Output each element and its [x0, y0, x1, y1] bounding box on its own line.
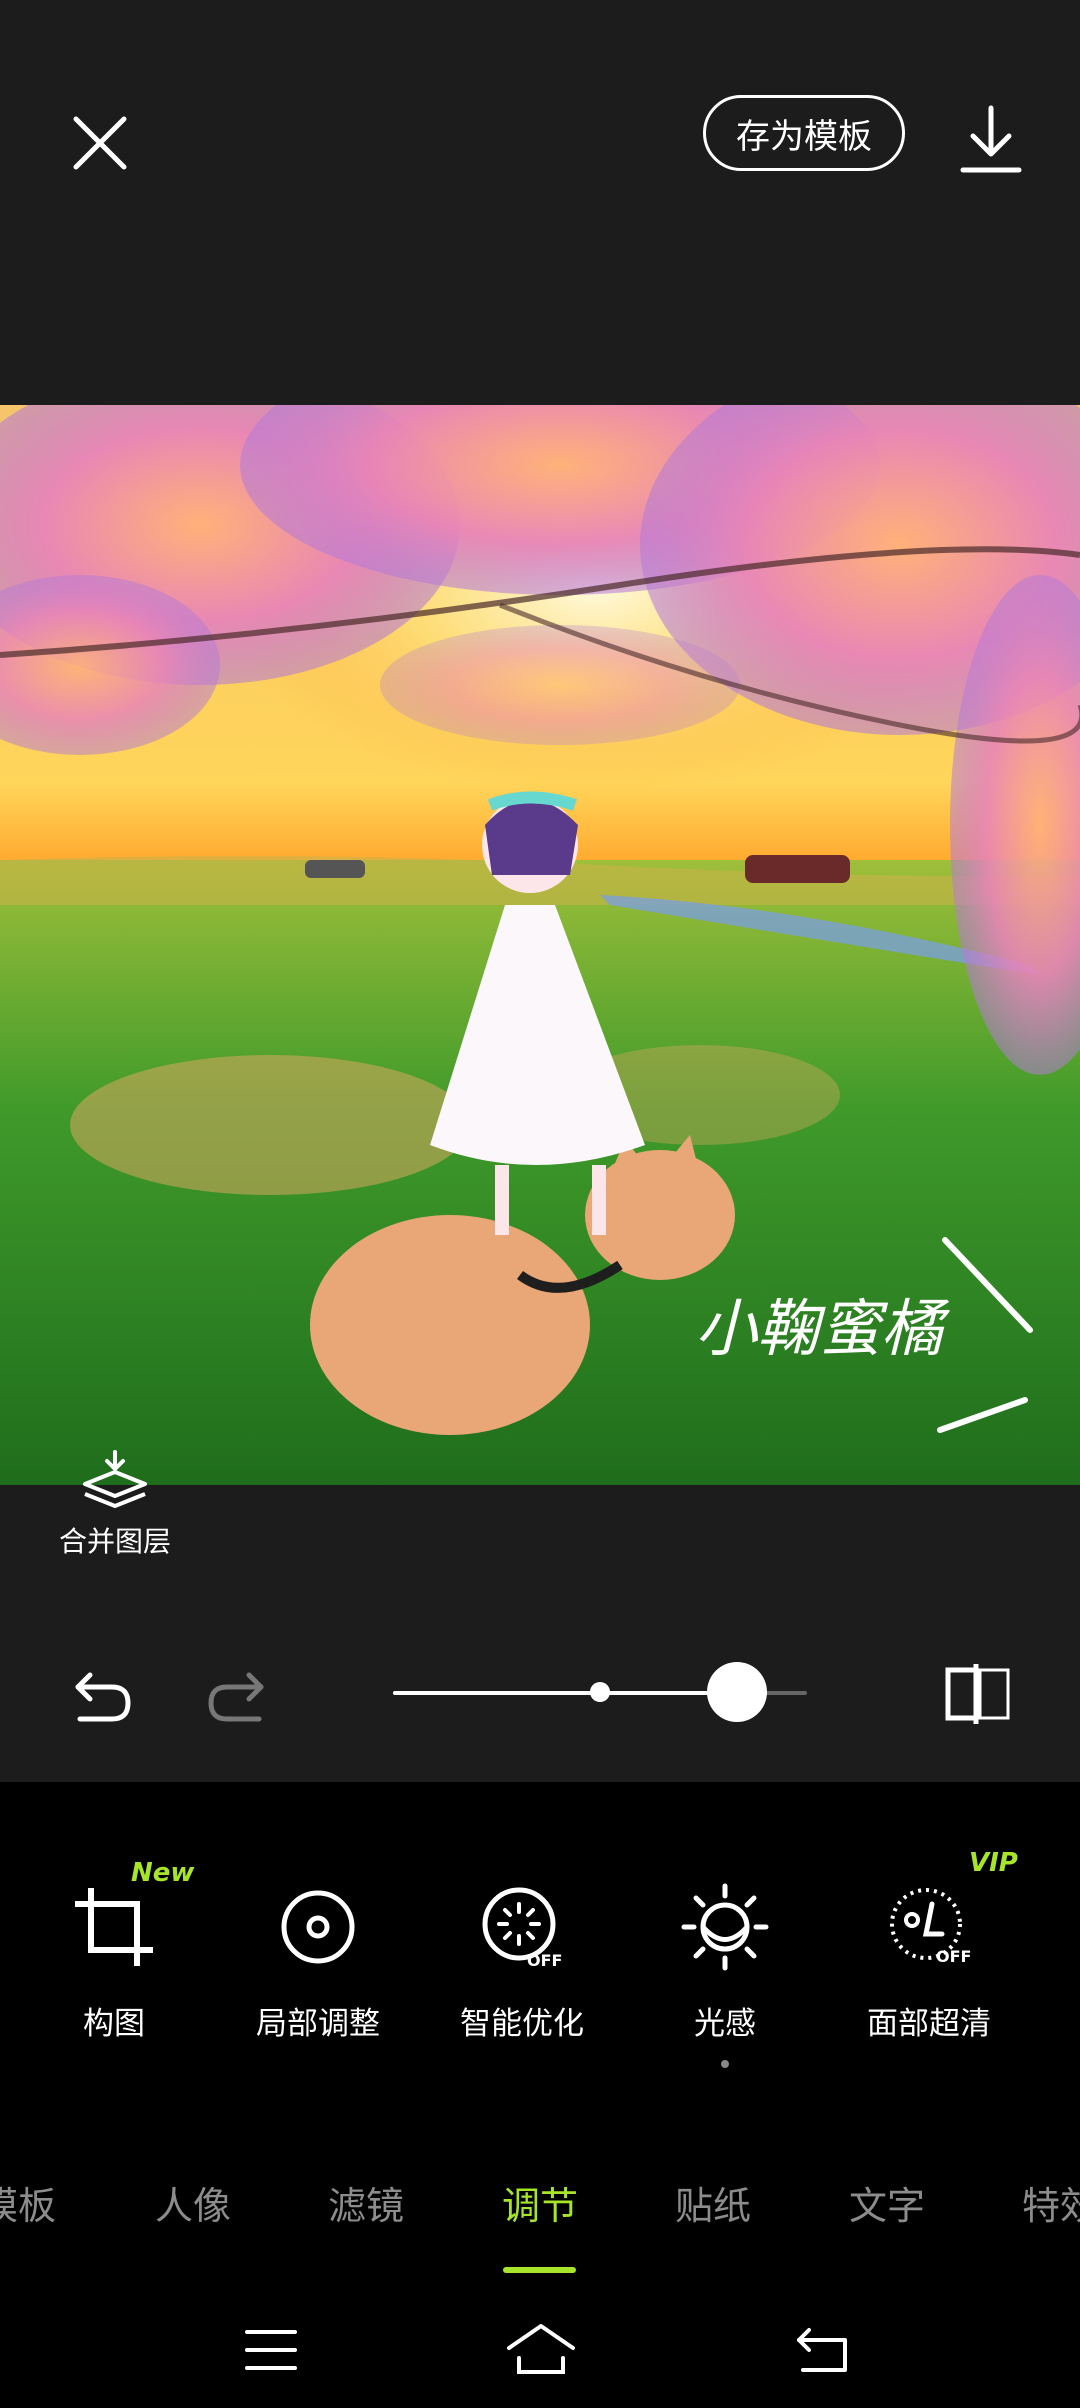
redo-icon[interactable]: [205, 1665, 267, 1725]
tool-label: 光感: [694, 2006, 756, 2042]
edit-controls: [0, 1620, 1080, 1770]
smart-optimize-icon: OFF: [482, 1887, 562, 1970]
tool-local-adjust[interactable]: 局部调整: [218, 1882, 418, 2072]
home-icon[interactable]: [505, 2320, 577, 2376]
tool-smart-optimize[interactable]: OFF 智能优化: [422, 1882, 622, 2072]
menu-icon[interactable]: [245, 2328, 297, 2372]
tool-label: 构图: [83, 2006, 145, 2042]
tab-sticker[interactable]: 贴纸: [675, 2175, 751, 2230]
face-hd-icon: OFF: [890, 1888, 971, 1966]
tool-label: 智能优化: [460, 2006, 584, 2042]
new-badge: New: [131, 1858, 195, 1888]
tab-text[interactable]: 文字: [849, 2175, 925, 2230]
intensity-slider-fill: [393, 1691, 737, 1695]
tab-portrait[interactable]: 人像: [155, 2175, 231, 2230]
tool-face-hd[interactable]: OFF VIP 面部超清: [829, 1848, 1029, 2072]
category-tabs: 模板 人像 滤镜 调节 贴纸 文字 特效: [0, 2175, 1080, 2273]
active-tool-dot: [721, 2060, 729, 2068]
compare-icon[interactable]: [944, 1662, 1012, 1726]
merge-layers-button[interactable]: 合并图层: [40, 1450, 190, 1570]
tab-adjust[interactable]: 调节: [502, 2175, 578, 2230]
tab-filter[interactable]: 滤镜: [328, 2175, 404, 2230]
light-icon: [681, 1883, 769, 1971]
edited-photo[interactable]: 小鞠蜜橘: [0, 405, 1080, 1485]
signature-text: 小鞠蜜橘: [695, 1292, 951, 1365]
back-icon[interactable]: [795, 2326, 851, 2374]
save-as-template-label: 存为模板: [736, 116, 872, 157]
tab-template[interactable]: 模板: [0, 2175, 56, 2230]
undo-icon[interactable]: [72, 1665, 134, 1725]
tab-effects[interactable]: 特效: [1022, 2175, 1080, 2230]
local-adjust-icon: [281, 1890, 355, 1964]
crop-icon: [75, 1888, 153, 1966]
tool-light[interactable]: 光感: [625, 1882, 825, 2072]
system-nav-bar: [0, 2290, 1080, 2408]
off-label: OFF: [936, 1947, 971, 1966]
vip-badge: VIP: [969, 1848, 1018, 1878]
intensity-slider-handle[interactable]: [706, 1662, 767, 1722]
intensity-default-marker: [590, 1682, 610, 1702]
close-icon[interactable]: [62, 105, 138, 181]
save-as-template-button[interactable]: 存为模板: [703, 95, 905, 171]
tool-label: 局部调整: [256, 2006, 380, 2042]
tool-crop[interactable]: New 构图: [14, 1858, 214, 2072]
layers-icon: [83, 1450, 147, 1508]
active-tab-underline: [503, 2267, 576, 2273]
top-bar: 存为模板: [0, 0, 1080, 405]
tool-label: 面部超清: [867, 2006, 991, 2042]
download-icon[interactable]: [955, 100, 1027, 180]
off-label: OFF: [527, 1951, 562, 1970]
merge-layers-label: 合并图层: [58, 1525, 171, 1558]
